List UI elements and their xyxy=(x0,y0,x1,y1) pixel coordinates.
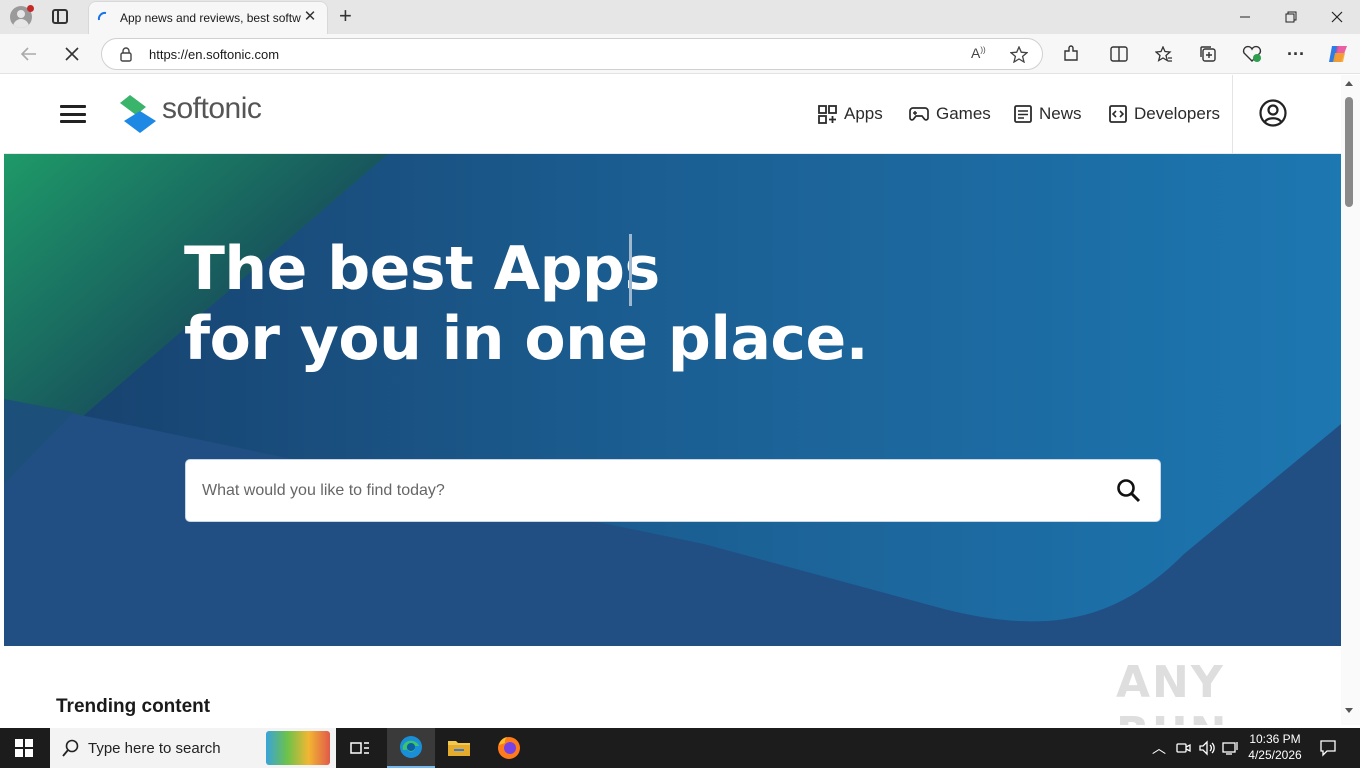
split-screen-icon[interactable] xyxy=(1107,42,1131,66)
favorites-list-icon[interactable] xyxy=(1152,42,1176,66)
stop-icon xyxy=(65,47,79,61)
menu-hamburger-icon[interactable] xyxy=(60,105,86,123)
browser-tab-active[interactable]: App news and reviews, best softw ✕ xyxy=(88,1,328,34)
search-input[interactable]: What would you like to find today? xyxy=(202,482,445,500)
gamepad-icon xyxy=(909,107,929,121)
notifications-icon[interactable] xyxy=(1319,739,1337,757)
taskbar-search-icon xyxy=(62,739,79,757)
search-highlight-puzzle-icon xyxy=(266,731,330,765)
trending-content-heading: Trending content xyxy=(56,696,211,717)
folder-icon xyxy=(448,741,470,756)
page-scrollbar[interactable] xyxy=(1341,75,1360,725)
hero-headline-line2: for you in one place. xyxy=(184,304,868,374)
close-tab-icon[interactable]: ✕ xyxy=(302,9,318,25)
back-button[interactable] xyxy=(16,42,40,66)
more-options-icon[interactable]: ··· xyxy=(1284,42,1308,66)
minimize-button[interactable] xyxy=(1222,0,1268,34)
task-view-icon xyxy=(350,742,369,754)
extensions-icon[interactable] xyxy=(1059,42,1083,66)
nav-news-label: News xyxy=(1039,104,1082,123)
nav-games-label: Games xyxy=(936,104,991,123)
show-hidden-icons-chevron-icon[interactable]: ︿ xyxy=(1152,738,1166,758)
firefox-icon xyxy=(498,737,520,759)
taskbar-file-explorer[interactable] xyxy=(435,728,483,768)
loading-spinner-icon xyxy=(97,11,107,21)
network-icon[interactable] xyxy=(1222,740,1240,756)
taskbar-edge-app[interactable] xyxy=(387,728,435,768)
browser-essentials-icon[interactable] xyxy=(1240,42,1264,66)
collections-icon[interactable] xyxy=(1196,42,1220,66)
start-button[interactable] xyxy=(0,728,48,768)
nav-apps-label: Apps xyxy=(844,104,883,123)
read-aloud-icon[interactable]: A)) xyxy=(971,45,986,61)
nav-developers-label: Developers xyxy=(1134,104,1220,123)
hero-banner: The best Apps for you in one place. What… xyxy=(4,154,1341,646)
header-divider xyxy=(1232,75,1233,154)
edge-icon xyxy=(400,736,422,758)
scroll-down-arrow-icon[interactable] xyxy=(1345,708,1353,713)
hero-search-box[interactable]: What would you like to find today? xyxy=(185,459,1161,522)
text-cursor xyxy=(629,234,632,306)
brand-name[interactable]: softonic xyxy=(162,92,262,126)
browser-toolbar: https://en.softonic.com A)) ··· xyxy=(0,34,1360,74)
nav-news[interactable]: News xyxy=(1014,102,1082,126)
favorite-star-icon[interactable] xyxy=(1010,46,1028,63)
close-icon xyxy=(1331,11,1343,23)
back-arrow-icon xyxy=(20,47,36,61)
apps-grid-icon xyxy=(818,104,837,124)
user-account-icon[interactable] xyxy=(1259,99,1287,127)
url-text: https://en.softonic.com xyxy=(149,47,280,62)
search-icon[interactable] xyxy=(1116,478,1142,504)
tab-actions-icon[interactable] xyxy=(52,9,68,24)
site-header: softonic Apps Games News Developers xyxy=(4,75,1341,154)
restore-icon xyxy=(1285,11,1297,23)
taskbar-firefox[interactable] xyxy=(485,728,533,768)
taskbar-search-box[interactable]: Type here to search xyxy=(50,728,336,768)
news-icon xyxy=(1014,105,1032,123)
anyrun-watermark: ANY RUN xyxy=(1116,657,1226,725)
task-view-button[interactable] xyxy=(336,728,384,768)
notification-dot-icon xyxy=(27,5,34,12)
taskbar-clock[interactable]: 10:36 PM 4/25/2026 xyxy=(1245,731,1305,763)
taskbar-search-placeholder: Type here to search xyxy=(88,740,221,757)
scrollbar-thumb[interactable] xyxy=(1345,97,1353,207)
web-page: softonic Apps Games News Developers The … xyxy=(4,75,1341,725)
minimize-icon xyxy=(1240,16,1250,18)
tab-title: App news and reviews, best softw xyxy=(120,11,301,25)
hero-background-shapes xyxy=(4,154,1341,646)
stop-loading-button[interactable] xyxy=(60,42,84,66)
close-window-button[interactable] xyxy=(1314,0,1360,34)
site-info-lock-icon xyxy=(120,47,132,62)
nav-games[interactable]: Games xyxy=(909,102,991,126)
volume-icon[interactable] xyxy=(1198,740,1216,756)
clock-date: 4/25/2026 xyxy=(1248,748,1302,762)
copilot-icon[interactable] xyxy=(1326,42,1350,66)
nav-developers[interactable]: Developers xyxy=(1109,102,1220,126)
hero-headline-line1: The best Apps xyxy=(184,234,660,304)
meet-now-icon[interactable] xyxy=(1175,740,1191,756)
nav-apps[interactable]: Apps xyxy=(818,102,883,126)
softonic-logo-icon[interactable] xyxy=(120,93,156,133)
scroll-up-arrow-icon[interactable] xyxy=(1345,81,1353,86)
address-bar[interactable]: https://en.softonic.com A)) xyxy=(101,38,1043,70)
restore-button[interactable] xyxy=(1268,0,1314,34)
windows-taskbar: Type here to search ︿ 10:36 PM 4/25/2026 xyxy=(0,728,1360,768)
windows-logo-icon xyxy=(15,739,33,757)
browser-tab-strip: App news and reviews, best softw ✕ + xyxy=(0,0,1360,34)
clock-time: 10:36 PM xyxy=(1249,732,1301,746)
new-tab-button[interactable]: + xyxy=(339,3,352,29)
code-icon xyxy=(1109,105,1127,123)
